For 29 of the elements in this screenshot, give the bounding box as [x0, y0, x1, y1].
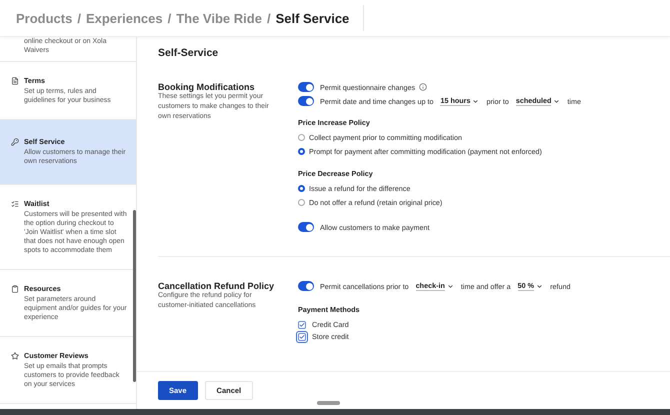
chevron-down-icon [553, 98, 560, 104]
breadcrumb-separator: / [168, 10, 172, 26]
breadcrumb-separator: / [77, 10, 81, 26]
radio-button[interactable] [298, 185, 305, 192]
radio-button[interactable] [298, 148, 305, 155]
info-icon[interactable] [419, 83, 428, 91]
chevron-down-icon [536, 282, 544, 290]
checkbox[interactable] [298, 332, 306, 340]
checklist-icon [11, 200, 19, 208]
section-title: Cancellation Refund Policy [158, 281, 276, 291]
toggle-switch[interactable] [298, 222, 314, 232]
toggle-switch[interactable] [298, 82, 314, 92]
drag-handle[interactable] [317, 401, 340, 405]
chevron-down-icon [472, 98, 480, 104]
radio-button[interactable] [298, 134, 305, 141]
radio-button[interactable] [298, 199, 305, 206]
page-title: Self-Service [158, 47, 220, 59]
section-title: Booking Modifications [158, 82, 256, 92]
toggle-switch[interactable] [298, 96, 314, 106]
breadcrumb-separator: / [266, 10, 271, 26]
chevron-down-icon [446, 282, 454, 290]
clipboard-icon [11, 285, 19, 293]
scrollbar[interactable] [133, 210, 136, 382]
breadcrumb-current: Self Service [276, 10, 350, 26]
star-icon [11, 352, 19, 360]
key-icon [11, 138, 19, 146]
toggle-switch[interactable] [298, 281, 314, 291]
checkbox[interactable] [298, 320, 306, 328]
document-icon [11, 77, 19, 85]
